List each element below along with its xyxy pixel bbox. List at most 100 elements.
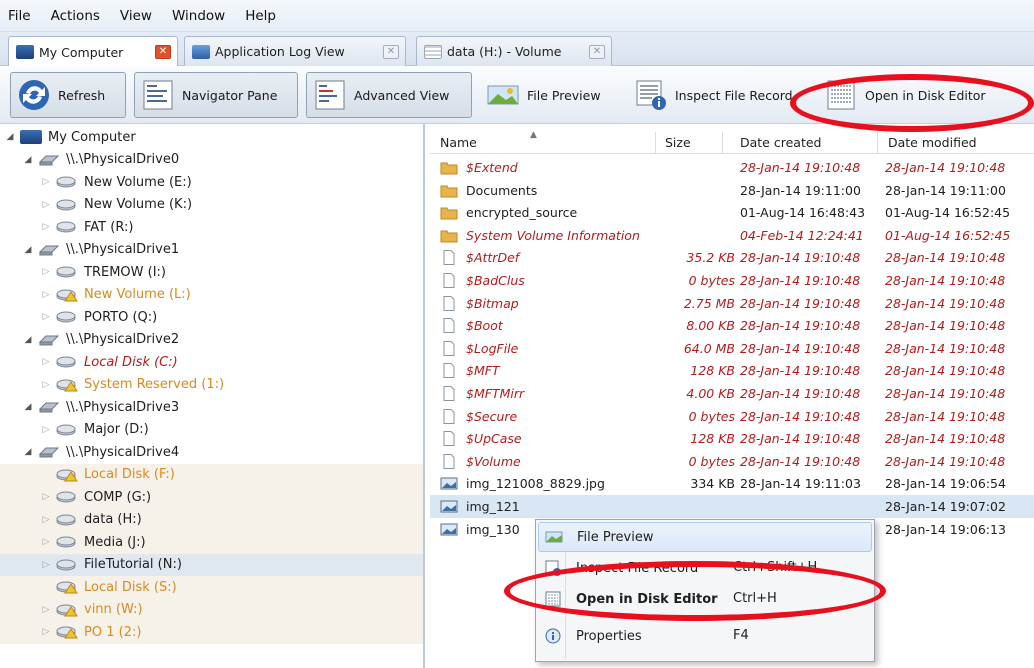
collapse-arrow-icon[interactable]: ◢	[4, 132, 16, 142]
tree-item[interactable]: ◢ My Computer	[0, 126, 423, 149]
tab-my-computer[interactable]: My Computer ✕	[8, 36, 178, 67]
advanced-view-button[interactable]: Advanced View	[306, 72, 472, 118]
file-row[interactable]: img_121008_8829.jpg 334 KB 28-Jan-14 19:11…	[430, 472, 1034, 495]
file-row[interactable]: Documents 28-Jan-14 19:11:00 28-Jan-14 19:…	[430, 179, 1034, 202]
file-row[interactable]: img_121 28-Jan-14 19:07:02	[430, 495, 1034, 518]
tree-item-label: Local Disk (F:)	[84, 467, 175, 483]
tree-item[interactable]: ▷ Local Disk (C:)	[0, 351, 423, 374]
tree-item[interactable]: ◢ \\.\PhysicalDrive1	[0, 239, 423, 262]
tree-item[interactable]: ▷ COMP (G:)	[0, 486, 423, 509]
context-menu-item[interactable]: Inspect File Record Ctrl+Shift+H	[538, 553, 872, 583]
context-menu-item[interactable]: Properties F4	[538, 621, 872, 651]
collapse-arrow-icon[interactable]: ◢	[22, 335, 34, 345]
open-disk-editor-button[interactable]: Open in Disk Editor	[818, 72, 1018, 118]
tree-item[interactable]: ▷ FileTutorial (N:)	[0, 553, 423, 576]
tree-item[interactable]: ◢ \\.\PhysicalDrive0	[0, 149, 423, 172]
file-row[interactable]: $Bitmap 2.75 MB 28-Jan-14 19:10:48 28-Jan-1…	[430, 292, 1034, 315]
harddisk-icon	[38, 445, 60, 459]
expand-arrow-icon[interactable]: ▷	[40, 537, 52, 547]
expand-arrow-icon[interactable]: ▷	[40, 290, 52, 300]
expand-arrow-icon[interactable]: ▷	[40, 267, 52, 277]
expand-arrow-icon[interactable]: ▷	[40, 200, 52, 210]
file-row[interactable]: $Extend 28-Jan-14 19:10:48 28-Jan-14 19:10…	[430, 156, 1034, 179]
tree-item[interactable]: ▷ System Reserved (1:)	[0, 374, 423, 397]
file-row[interactable]: encrypted_source 01-Aug-14 16:48:43 01-Aug…	[430, 201, 1034, 224]
tree-item[interactable]: ◢ \\.\PhysicalDrive3	[0, 396, 423, 419]
column-size[interactable]: Size	[665, 135, 691, 150]
close-icon[interactable]: ✕	[383, 45, 399, 59]
menu-file[interactable]: File	[8, 8, 31, 24]
file-row[interactable]: $BadClus 0 bytes 28-Jan-14 19:10:48 28-Jan-…	[430, 269, 1034, 292]
expand-arrow-icon[interactable]: ▷	[40, 380, 52, 390]
expand-arrow-icon[interactable]: ▷	[40, 177, 52, 187]
expand-arrow-icon[interactable]: ▷	[40, 605, 52, 615]
expand-arrow-icon[interactable]: ▷	[40, 515, 52, 525]
collapse-arrow-icon[interactable]: ◢	[22, 155, 34, 165]
collapse-arrow-icon[interactable]: ◢	[22, 402, 34, 412]
file-date-created: 28-Jan-14 19:10:48	[740, 363, 861, 379]
inspect-file-record-button[interactable]: Inspect File Record	[628, 72, 808, 118]
file-row[interactable]: System Volume Information 04-Feb-14 12:24…	[430, 224, 1034, 247]
tree-item[interactable]: ◢ \\.\PhysicalDrive2	[0, 329, 423, 352]
collapse-arrow-icon[interactable]: ◢	[22, 447, 34, 457]
tree-item[interactable]: ▷ FAT (R:)	[0, 216, 423, 239]
expand-arrow-icon[interactable]: ▷	[40, 357, 52, 367]
column-name[interactable]: Name	[440, 135, 477, 150]
menu-help[interactable]: Help	[245, 8, 276, 24]
expand-arrow-icon[interactable]: ▷	[40, 425, 52, 435]
file-row[interactable]: $Boot 8.00 KB 28-Jan-14 19:10:48 28-Jan-14 …	[430, 314, 1034, 337]
column-separator[interactable]	[877, 132, 878, 154]
navigator-pane-button[interactable]: Navigator Pane	[134, 72, 298, 118]
volume-warning-icon	[56, 580, 78, 594]
file-date-created: 28-Jan-14 19:11:00	[740, 182, 861, 198]
file-row[interactable]: $MFTMirr 4.00 KB 28-Jan-14 19:10:48 28-Jan-…	[430, 382, 1034, 405]
file-row[interactable]: $UpCase 128 KB 28-Jan-14 19:10:48 28-Jan-14…	[430, 427, 1034, 450]
column-date-modified[interactable]: Date modified	[888, 135, 977, 150]
column-separator[interactable]	[722, 132, 723, 154]
tree-item[interactable]: ▷ data (H:)	[0, 508, 423, 531]
tree-item[interactable]: ▷ New Volume (E:)	[0, 171, 423, 194]
context-menu-item[interactable]: Open in Disk Editor Ctrl+H	[538, 584, 872, 614]
tree-item[interactable]: ▷ New Volume (K:)	[0, 194, 423, 217]
file-preview-button[interactable]: File Preview	[480, 72, 620, 118]
tree-item[interactable]: ▷ vinn (W:)	[0, 598, 423, 621]
expand-arrow-icon[interactable]: ▷	[40, 222, 52, 232]
file-date-created: 28-Jan-14 19:10:48	[740, 386, 861, 401]
tree-item[interactable]: ▷ Media (J:)	[0, 531, 423, 554]
tab-data-volume[interactable]: data (H:) - Volume ✕	[416, 36, 612, 66]
tree-item[interactable]: ▷ Major (D:)	[0, 419, 423, 442]
close-icon[interactable]: ✕	[155, 45, 171, 59]
tree-item[interactable]: ▷ PORTO (Q:)	[0, 306, 423, 329]
tree-item[interactable]: ◢ \\.\PhysicalDrive4	[0, 441, 423, 464]
file-row[interactable]: $AttrDef 35.2 KB 28-Jan-14 19:10:48 28-Jan-…	[430, 246, 1034, 269]
file-row[interactable]: $Volume 0 bytes 28-Jan-14 19:10:48 28-Jan-1…	[430, 450, 1034, 473]
menu-view[interactable]: View	[120, 8, 152, 24]
context-menu-item[interactable]: File Preview	[538, 522, 872, 552]
column-separator[interactable]	[655, 132, 656, 154]
tree-item[interactable]: ▷ New Volume (L:)	[0, 284, 423, 307]
file-date-modified: 28-Jan-14 19:07:02	[885, 499, 1006, 514]
close-icon[interactable]: ✕	[589, 45, 605, 59]
expand-arrow-icon[interactable]: ▷	[40, 492, 52, 502]
context-menu-label: Inspect File Record	[576, 560, 699, 576]
tree-item[interactable]: ▷ PO 1 (2:)	[0, 621, 423, 644]
volume-warning-icon	[56, 625, 78, 639]
expand-arrow-icon[interactable]: ▷	[40, 560, 52, 570]
menu-actions[interactable]: Actions	[51, 8, 100, 24]
expand-arrow-icon[interactable]: ▷	[40, 627, 52, 637]
menu-window[interactable]: Window	[172, 8, 225, 24]
image-file-icon	[440, 522, 458, 537]
file-row[interactable]: $MFT 128 KB 28-Jan-14 19:10:48 28-Jan-14 19…	[430, 359, 1034, 382]
tree-item[interactable]: Local Disk (S:)	[0, 576, 423, 599]
expand-arrow-icon[interactable]: ▷	[40, 312, 52, 322]
file-date-created: 01-Aug-14 16:48:43	[740, 205, 866, 221]
file-row[interactable]: $LogFile 64.0 MB 28-Jan-14 19:10:48 28-Jan-…	[430, 337, 1034, 360]
column-date-created[interactable]: Date created	[740, 135, 821, 150]
refresh-button[interactable]: Refresh	[10, 72, 126, 118]
tree-item[interactable]: ▷ TREMOW (I:)	[0, 261, 423, 284]
tree-item[interactable]: Local Disk (F:)	[0, 463, 423, 486]
file-row[interactable]: $Secure 0 bytes 28-Jan-14 19:10:48 28-Jan-1…	[430, 405, 1034, 428]
file-preview-label: File Preview	[527, 87, 601, 103]
tab-application-log-view[interactable]: Application Log View ✕	[184, 36, 406, 66]
collapse-arrow-icon[interactable]: ◢	[22, 245, 34, 255]
